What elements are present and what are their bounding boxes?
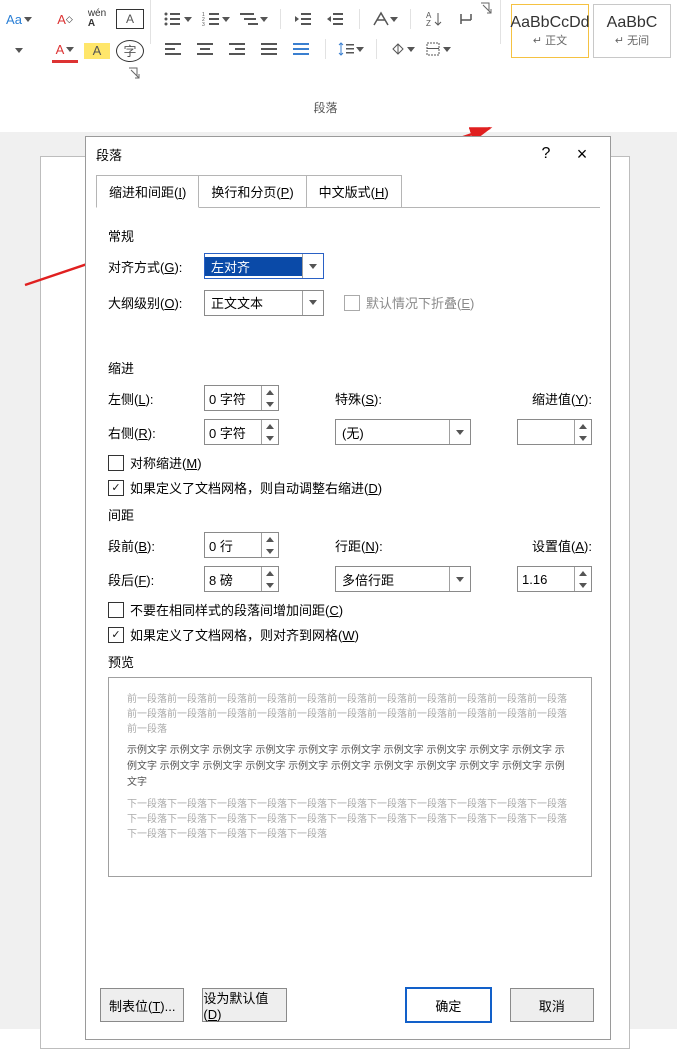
style-normal[interactable]: AaBbCcDd ↵ 正文 — [511, 4, 589, 58]
auto-adjust-indent-checkbox[interactable]: ✓如果定义了文档网格，则自动调整右缩进(D) — [108, 478, 592, 497]
align-right-icon[interactable] — [225, 38, 251, 60]
section-preview: 预览 — [108, 652, 592, 671]
align-label: 对齐方式(G): — [108, 257, 204, 276]
indent-left-spinner[interactable] — [204, 385, 279, 411]
borders-icon[interactable] — [423, 38, 453, 60]
line-spacing-icon[interactable] — [336, 38, 366, 60]
chevron-down-icon[interactable] — [302, 291, 323, 315]
font-launcher-icon[interactable] — [128, 67, 140, 79]
mirror-indent-checkbox[interactable]: 对称缩进(M) — [108, 453, 592, 472]
char-circle-icon[interactable]: 字 — [116, 40, 144, 62]
pinyin-icon[interactable]: wénA — [84, 8, 110, 30]
at-label: 设置值(A): — [532, 536, 592, 555]
spin-up-icon[interactable] — [262, 386, 278, 398]
tabs: 缩进和间距(I) 换行和分页(P) 中文版式(H) — [96, 175, 600, 208]
indent-inc-icon[interactable] — [323, 8, 349, 30]
special-label: 特殊(S): — [335, 389, 431, 408]
preview-box: 前一段落前一段落前一段落前一段落前一段落前一段落前一段落前一段落前一段落前一段落… — [108, 677, 592, 877]
multilevel-icon[interactable] — [238, 8, 270, 30]
special-combo[interactable]: (无) — [335, 419, 471, 445]
before-spinner[interactable] — [204, 532, 279, 558]
align-dist-icon[interactable] — [289, 38, 315, 60]
style-nospace[interactable]: AaBbC ↵ 无间 — [593, 4, 671, 58]
cancel-button[interactable]: 取消 — [510, 988, 594, 1022]
close-button[interactable]: × — [564, 137, 600, 171]
bullets-icon[interactable] — [161, 8, 194, 30]
outline-label: 大纲级别(O): — [108, 293, 204, 312]
outline-combo[interactable]: 正文文本 — [204, 290, 324, 316]
font-color-icon[interactable]: A — [52, 38, 78, 63]
char-border-icon[interactable]: A — [116, 9, 144, 29]
svg-text:Z: Z — [426, 19, 431, 27]
section-general: 常规 — [108, 226, 592, 245]
chevron-down-icon[interactable] — [302, 254, 323, 278]
indent-dec-icon[interactable] — [291, 8, 317, 30]
numbering-icon[interactable]: 123 — [200, 8, 232, 30]
indent-by-label: 缩进值(Y): — [532, 389, 592, 408]
styles-gallery[interactable]: AaBbCcDd ↵ 正文 AaBbC ↵ 无间 — [505, 0, 677, 100]
paragraph-dialog: 段落 ? × 缩进和间距(I) 换行和分页(P) 中文版式(H) 常规 对齐方式… — [85, 136, 611, 1040]
ok-button[interactable]: 确定 — [405, 987, 491, 1023]
align-justify-icon[interactable] — [257, 38, 283, 60]
collapse-checkbox: 默认情况下折叠(E) — [344, 293, 474, 312]
no-space-same-style-checkbox[interactable]: 不要在相同样式的段落间增加间距(C) — [108, 600, 592, 619]
showmarks-icon[interactable] — [453, 8, 479, 30]
line-spacing-combo[interactable]: 多倍行距 — [335, 566, 471, 592]
tab-indent-spacing[interactable]: 缩进和间距(I) — [96, 175, 199, 208]
after-spinner[interactable] — [204, 566, 279, 592]
after-label: 段后(F): — [108, 570, 204, 589]
snap-grid-checkbox[interactable]: ✓如果定义了文档网格，则对齐到网格(W) — [108, 625, 592, 644]
before-label: 段前(B): — [108, 536, 204, 555]
highlight-icon[interactable]: A — [84, 43, 110, 59]
phonetic-icon[interactable]: A◇ — [52, 8, 78, 30]
section-indent: 缩进 — [108, 358, 592, 377]
svg-text:3: 3 — [202, 22, 205, 27]
tab-asian[interactable]: 中文版式(H) — [306, 175, 402, 208]
spin-down-icon[interactable] — [262, 398, 278, 410]
align-left-icon[interactable] — [161, 38, 187, 60]
asian-layout-icon[interactable] — [370, 8, 400, 30]
indent-right-label: 右侧(R): — [108, 423, 204, 442]
paragraph-group-label: 段落 — [155, 98, 496, 116]
align-center-icon[interactable] — [193, 38, 219, 60]
default-button[interactable]: 设为默认值(D) — [202, 988, 286, 1022]
font-case-icon[interactable]: Aa — [6, 8, 32, 30]
indent-right-spinner[interactable] — [204, 419, 279, 445]
indent-left-label: 左侧(L): — [108, 389, 204, 408]
help-button[interactable]: ? — [528, 137, 564, 171]
tabs-button[interactable]: 制表位(T)... — [100, 988, 184, 1022]
at-spinner[interactable] — [517, 566, 592, 592]
section-spacing: 间距 — [108, 505, 592, 524]
paragraph-launcher-icon[interactable] — [480, 2, 492, 14]
indent-by-spinner[interactable] — [517, 419, 592, 445]
dialog-title: 段落 — [96, 145, 122, 164]
ribbon: Aa A◇ wénA A A A 字 — [0, 0, 677, 133]
tab-line-page[interactable]: 换行和分页(P) — [198, 175, 306, 208]
sort-icon[interactable]: AZ — [421, 8, 447, 30]
shading-icon[interactable] — [387, 38, 417, 60]
dialog-buttons: 制表位(T)... 设为默认值(D) 确定 取消 — [86, 975, 610, 1039]
line-spacing-label: 行距(N): — [335, 536, 431, 555]
strike-icon[interactable] — [6, 40, 32, 62]
align-combo[interactable]: 左对齐 — [204, 253, 324, 279]
dialog-titlebar: 段落 ? × — [86, 137, 610, 171]
